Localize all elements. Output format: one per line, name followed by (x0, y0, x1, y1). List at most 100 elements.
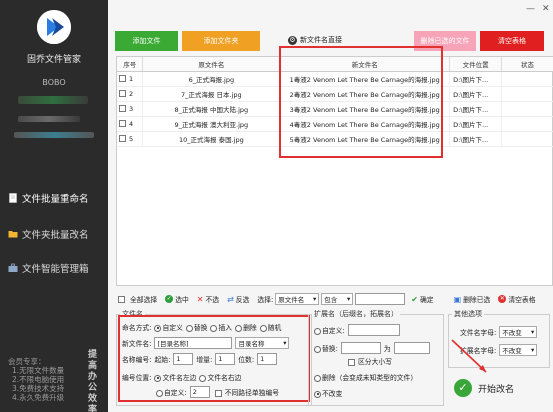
selection-toolbar: 全部选择 ✓ 选中 ✕ 不选 ⇄ 反选 选择: 原文件名 ▾ 包含 ▾ ✔ 确定 ▣ 删除已选… (116, 292, 553, 306)
confirm-button[interactable]: ✔ 确定 (411, 294, 433, 305)
promo-item: 3.免费技术支持 (12, 384, 65, 393)
col-header-status: 状态 (501, 57, 553, 72)
mode-custom[interactable]: 自定义 (154, 322, 183, 332)
ext-unchanged-radio[interactable]: 不改变 (314, 388, 342, 398)
row-checkbox[interactable] (119, 135, 126, 142)
col-header-path: 文件位置 (449, 57, 503, 72)
row-checkbox[interactable] (119, 75, 126, 82)
new-name-row: 新文件名: [目录名称] 目录名称 ▾ (122, 337, 290, 349)
name-case-select[interactable]: 不改变 ▾ (499, 326, 538, 338)
add-file-button[interactable]: 添加文件 (115, 31, 178, 51)
pos-right-radio[interactable]: 文件名右边 (199, 372, 241, 382)
step-input[interactable]: 1 (215, 353, 236, 365)
nav-smart-manage[interactable]: 文件智能管理箱 (8, 258, 108, 278)
new-name-input[interactable]: [目录名称] (154, 337, 233, 349)
nav-file-rename[interactable]: 文件批量重命名 (8, 188, 108, 208)
ext-delete-radio[interactable]: 删除（会变成未知类型的文件） (314, 372, 417, 382)
filter-value-input[interactable] (355, 293, 406, 305)
row-original-name: 6_正式海报.jpg (142, 71, 281, 87)
cross-icon: ✕ (196, 294, 204, 304)
row-original-name: 9_正式海报 澳大利亚.jpg (142, 116, 281, 132)
col-header-no: 序号 (117, 57, 144, 72)
name-case-row: 文件名字母: 不改变 ▾ (460, 326, 538, 338)
ext-case-select[interactable]: 不改变 ▾ (499, 344, 538, 356)
row-checkbox[interactable] (119, 105, 126, 112)
custom-position-input[interactable]: 2 (189, 386, 210, 398)
blurred-info (14, 132, 94, 138)
row-no: 3 (117, 101, 144, 117)
ext-custom-input[interactable] (347, 324, 400, 336)
pos-custom-radio[interactable]: 自定义: (156, 387, 187, 397)
clear-table-button[interactable]: 清空表格 (480, 31, 544, 51)
mode-random[interactable]: 随机 (259, 322, 281, 332)
row-no: 5 (117, 131, 144, 147)
start-input[interactable]: 1 (173, 353, 194, 365)
row-no: 1 (117, 71, 144, 87)
promo-slogan: 提高办公效率 (88, 350, 98, 412)
promo-item: 1.无限文件数量 (12, 366, 65, 375)
col-header-original: 原文件名 (142, 57, 281, 72)
check-icon: ✔ (411, 294, 418, 304)
mode-insert[interactable]: 插入 (210, 322, 232, 332)
clear-table-small-button[interactable]: ✕ 清空表格 (498, 294, 536, 304)
select-button[interactable]: ✓ 选中 (165, 294, 189, 304)
table-row[interactable]: 4 9_正式海报 澳大利亚.jpg 4毒液2 Venom Let There B… (117, 116, 553, 132)
row-checkbox[interactable] (119, 90, 126, 97)
row-path: D:\图片下... (449, 71, 503, 87)
checkbox-icon (118, 295, 125, 303)
table-row[interactable]: 5 10_正式海报 泰国.jpg 5毒液2 Venom Let There Be… (117, 131, 553, 147)
chevron-down-icon: ▾ (313, 295, 317, 303)
filename-panel-title: 文件名 (120, 309, 145, 319)
trash-icon: ▣ (453, 294, 462, 304)
row-new-name: 5毒液2 Venom Let There Be Carnage的海报.jpg (279, 131, 451, 147)
folder-icon (8, 231, 18, 238)
ext-unchanged-row: 不改变 (314, 388, 342, 398)
document-icon (9, 193, 17, 203)
start-rename-label: 开始改名 (478, 384, 515, 395)
other-options-title: 其他选项 (452, 309, 484, 319)
new-name-insert-select[interactable]: 目录名称 ▾ (235, 337, 290, 349)
table-row[interactable]: 2 7_正式海报 日本.jpg 2毒液2 Venom Let There Be … (117, 86, 553, 102)
digits-input[interactable]: 1 (257, 353, 278, 365)
sidebar: 固乔文件管家 BOBO 文件批量重命名 文件夹批量改名 文件智能管理箱 会员专享… (0, 0, 108, 412)
ext-case-checkbox[interactable]: 区分大小写 (346, 356, 392, 366)
nav-folder-rename[interactable]: 文件夹批量改名 (8, 224, 108, 244)
ext-from-input[interactable] (340, 342, 381, 354)
user-name: BOBO (42, 78, 66, 87)
pos-left-radio[interactable]: 文件名左边 (154, 372, 196, 382)
filter-op-select[interactable]: 包含 ▾ (321, 293, 354, 305)
mode-delete[interactable]: 删除 (235, 322, 257, 332)
row-status (501, 71, 553, 87)
file-table: 序号 原文件名 新文件名 文件位置 状态 1 6_正式海报.jpg 1毒液2 V… (116, 56, 553, 286)
ext-replace-radio[interactable]: 替换: (314, 343, 338, 353)
swap-icon: ⇄ (227, 294, 234, 304)
row-checkbox[interactable] (119, 120, 126, 127)
row-original-name: 10_正式海报 泰国.jpg (142, 131, 281, 147)
filter-field-select[interactable]: 原文件名 ▾ (275, 293, 320, 305)
ext-to-input[interactable] (393, 342, 430, 354)
row-path: D:\图片下... (449, 101, 503, 117)
delete-selected-files-button[interactable]: 删除已选的文件 (414, 31, 476, 51)
invert-button[interactable]: ⇄ 反选 (227, 294, 249, 305)
toolbox-icon (8, 263, 18, 272)
chevron-down-icon: ▾ (347, 295, 351, 303)
minimize-button[interactable]: — (526, 4, 535, 14)
row-new-name: 3毒液2 Venom Let There Be Carnage的海报.jpg (279, 101, 451, 117)
check-icon: ✓ (165, 295, 174, 303)
new-name-replace-toggle[interactable]: ⚙ 新文件名直接 (288, 35, 342, 45)
mode-replace[interactable]: 替换 (185, 322, 207, 332)
blurred-info (18, 96, 88, 104)
row-no: 4 (117, 116, 144, 132)
row-status (501, 86, 553, 102)
add-folder-button[interactable]: 添加文件夹 (182, 31, 260, 51)
extension-panel-title: 扩展名（后缀名，拓展名） (312, 309, 400, 319)
close-button[interactable]: ✕ (542, 4, 550, 14)
select-all-checkbox[interactable]: 全部选择 (116, 294, 157, 304)
delete-selected-button[interactable]: ▣ 删除已选 (453, 294, 491, 305)
table-row[interactable]: 1 6_正式海报.jpg 1毒液2 Venom Let There Be Car… (117, 71, 553, 87)
promo-list: 1.无限文件数量 2.不限电脑使用 3.免费技术支持 4.永久免费升级 (12, 366, 64, 402)
ext-custom-radio[interactable]: 自定义: (314, 325, 345, 335)
table-row[interactable]: 3 8_正式海报 中国大陆.jpg 3毒液2 Venom Let There B… (117, 101, 553, 117)
per-path-checkbox[interactable]: 不同路径单独编号 (213, 387, 279, 397)
deselect-button[interactable]: ✕ 不选 (196, 294, 219, 305)
